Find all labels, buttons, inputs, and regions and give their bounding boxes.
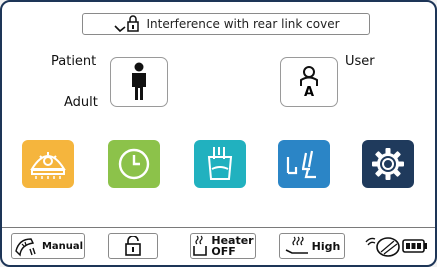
person-standing-icon [132,62,146,100]
cup-fill-tile[interactable] [194,140,246,188]
alert-banner: Interference with rear link cover [82,13,370,35]
heater-state: OFF [211,245,236,258]
user-label: User [345,54,375,69]
heater-text: Heater OFF [211,235,253,257]
patient-button[interactable] [110,57,168,107]
gear-icon [372,148,404,180]
lock-button[interactable] [108,233,158,259]
user-head-icon [300,65,318,86]
seat-lock-icon [114,15,140,33]
patient-mode-label: Adult [64,95,98,110]
heater-button[interactable]: Heater OFF [190,233,256,259]
user-button[interactable]: A [280,57,338,107]
clock-icon [118,148,150,180]
manual-button[interactable]: Manual [11,233,85,259]
battery-icon [402,239,427,253]
settings-tile[interactable] [362,140,414,188]
user-badge: A [303,84,315,100]
timer-tile[interactable] [108,140,160,188]
heat-level-label: High [311,239,341,253]
manual-label: Manual [41,240,84,252]
patient-label: Patient [51,54,97,69]
wireless-foot-control-icon [365,237,400,257]
alert-text: Interference with rear link cover [146,17,340,31]
chair-position-tile[interactable] [278,140,330,188]
divider [2,227,435,228]
screen-frame: Interference with rear link cover Patien… [0,0,437,267]
light-tile[interactable] [22,140,74,188]
cup-fill-icon [207,147,233,180]
user-a-icon: A [298,65,320,100]
cup-heater-icon [193,235,208,256]
dental-light-icon [30,152,66,179]
unlock-icon [125,236,141,256]
light-beam-manual-icon [15,238,36,257]
heated-seat-icon [285,236,308,254]
chair-position-icon [286,150,316,179]
status-indicators [364,233,430,259]
heat-level-button[interactable]: High [279,233,345,259]
